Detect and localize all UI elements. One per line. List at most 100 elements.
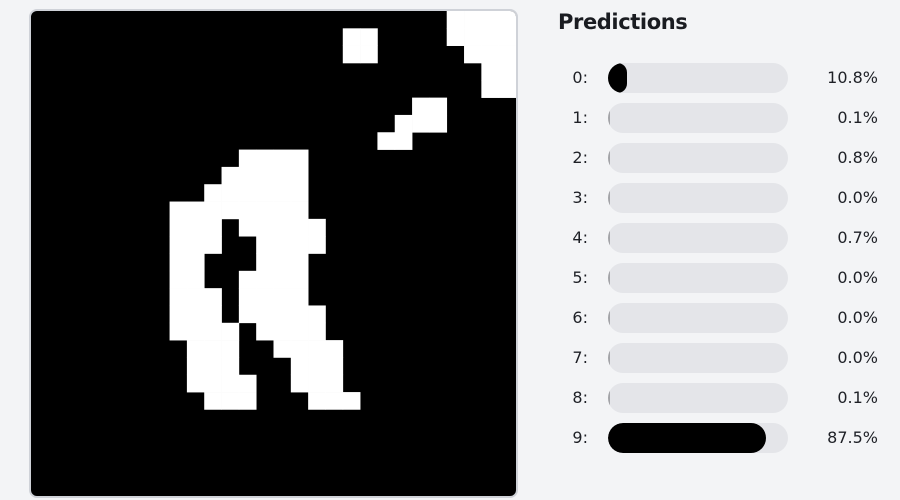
ink-pixel [394, 132, 413, 150]
ink-pixel [290, 340, 309, 358]
ink-pixel [394, 114, 413, 133]
ink-pixel [481, 62, 500, 81]
ink-pixel [204, 374, 222, 393]
prediction-row: 0: 10.8% [560, 63, 890, 93]
ink-pixel [169, 253, 188, 272]
ink-pixel [238, 270, 257, 289]
prediction-digit-label: 7: [572, 348, 588, 367]
prediction-row: 5: 0.0% [560, 263, 890, 293]
prediction-digit-label: 5: [572, 268, 588, 287]
ink-pixel [325, 392, 344, 410]
ink-pixel [498, 28, 516, 46]
probability-bar-fill [608, 183, 610, 213]
ink-pixel [204, 340, 222, 358]
ink-pixel [204, 218, 222, 237]
ink-pixel [273, 340, 292, 358]
ink-pixel [429, 114, 448, 133]
ink-pixel [290, 149, 309, 168]
probability-bar [608, 103, 788, 133]
ink-pixel [481, 45, 500, 64]
prediction-digit-label: 6: [572, 308, 588, 327]
prediction-row: 1: 0.1% [560, 103, 890, 133]
ink-pixel [238, 288, 257, 306]
ink-pixel [238, 218, 257, 237]
ink-pixel [186, 288, 205, 306]
ink-pixel [308, 305, 326, 324]
probability-bar [608, 263, 788, 293]
ink-pixel [290, 357, 309, 376]
ink-pixel [238, 305, 257, 324]
prediction-row: 2: 0.8% [560, 143, 890, 173]
probability-bar [608, 343, 788, 373]
ink-pixel [481, 11, 500, 29]
ink-pixel [238, 166, 257, 185]
drawing-canvas[interactable] [29, 9, 518, 498]
ink-pixel [169, 201, 188, 220]
probability-bar [608, 183, 788, 213]
ink-pixel [186, 253, 205, 272]
probability-bar [608, 63, 788, 93]
ink-pixel [446, 28, 465, 46]
digit-drawing[interactable] [31, 11, 516, 496]
ink-pixel [186, 270, 205, 289]
ink-pixel [273, 253, 292, 272]
ink-pixel [308, 322, 326, 341]
prediction-digit-label: 0: [572, 68, 588, 87]
prediction-row: 8: 0.1% [560, 383, 890, 413]
ink-pixel [273, 322, 292, 341]
ink-pixel [169, 218, 188, 237]
ink-pixel [256, 322, 274, 341]
ink-pixel [186, 236, 205, 254]
prediction-percentage: 0.0% [837, 188, 878, 207]
probability-bar-fill [608, 103, 610, 133]
ink-pixel [273, 270, 292, 289]
prediction-row: 7: 0.0% [560, 343, 890, 373]
prediction-percentage: 87.5% [827, 428, 878, 447]
ink-pixel [238, 374, 257, 393]
prediction-percentage: 0.0% [837, 308, 878, 327]
ink-pixel [325, 374, 344, 393]
ink-pixel [256, 270, 274, 289]
ink-pixel [221, 166, 240, 185]
prediction-percentage: 0.8% [837, 148, 878, 167]
ink-pixel [464, 28, 482, 46]
probability-bar [608, 143, 788, 173]
probability-bar-fill [608, 63, 628, 93]
ink-pixel [221, 322, 240, 341]
ink-pixel [221, 340, 240, 358]
prediction-digit-label: 1: [572, 108, 588, 127]
ink-pixel [446, 11, 465, 29]
ink-pixel [221, 201, 240, 220]
ink-pixel [238, 149, 257, 168]
ink-pixel [290, 322, 309, 341]
ink-pixel [221, 374, 240, 393]
prediction-row: 6: 0.0% [560, 303, 890, 333]
ink-pixel [273, 201, 292, 220]
ink-pixel [256, 236, 274, 254]
probability-bar [608, 423, 788, 453]
ink-pixel [273, 236, 292, 254]
ink-pixel [308, 236, 326, 254]
prediction-digit-label: 4: [572, 228, 588, 247]
ink-pixel [308, 218, 326, 237]
ink-pixel [377, 132, 396, 150]
ink-pixel [290, 236, 309, 254]
ink-pixel [256, 166, 274, 185]
ink-pixel [498, 80, 516, 98]
ink-pixel [290, 218, 309, 237]
ink-pixel [186, 218, 205, 237]
ink-pixel [204, 305, 222, 324]
prediction-digit-label: 9: [572, 428, 588, 447]
probability-bar-fill [608, 423, 766, 453]
ink-pixel [342, 45, 361, 64]
ink-pixel [342, 28, 361, 46]
ink-pixel [273, 184, 292, 202]
ink-pixel [342, 392, 361, 410]
ink-pixel [169, 305, 188, 324]
ink-pixel [238, 201, 257, 220]
ink-pixel [256, 253, 274, 272]
ink-pixel [256, 288, 274, 306]
probability-bar [608, 383, 788, 413]
ink-pixel [464, 45, 482, 64]
ink-pixel [204, 288, 222, 306]
